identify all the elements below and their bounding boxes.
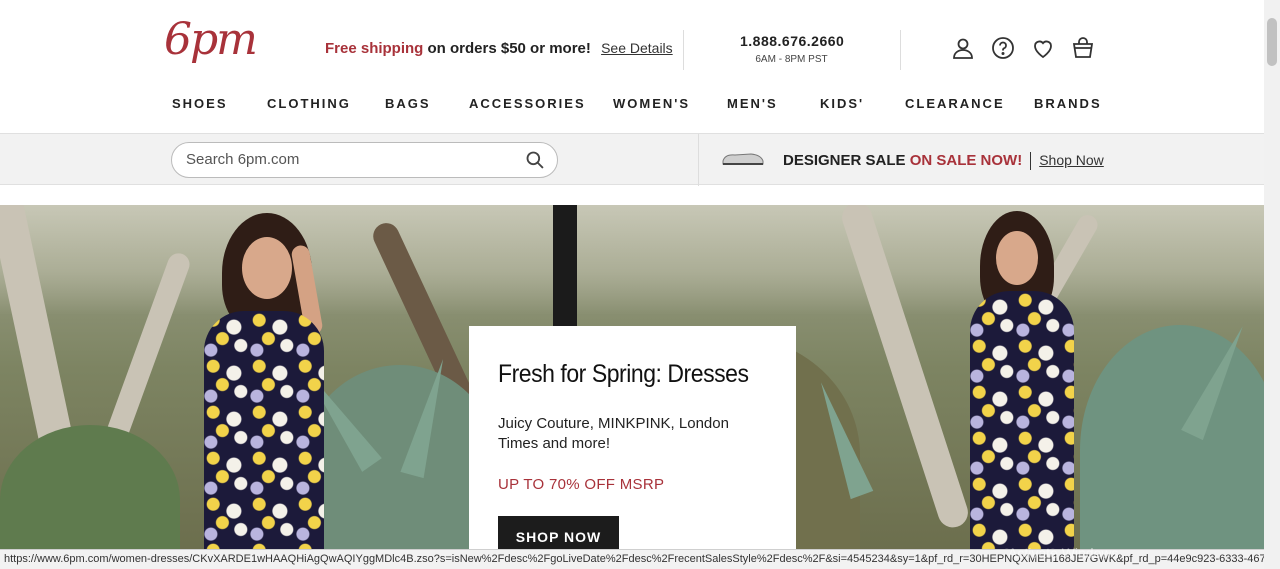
logo[interactable]: 6pm xyxy=(164,14,258,65)
promo-highlight: Free shipping xyxy=(325,40,424,57)
search-band: DESIGNER SALE ON SALE NOW! Shop Now xyxy=(0,133,1264,186)
promo-card: Fresh for Spring: Dresses Juicy Couture,… xyxy=(469,326,796,569)
shop-now-link[interactable]: Shop Now xyxy=(1039,152,1104,168)
divider xyxy=(698,134,699,186)
hero-title: Fresh for Spring: Dresses xyxy=(498,360,749,388)
model-face xyxy=(242,237,292,299)
nav-clothing[interactable]: CLOTHING xyxy=(267,96,351,111)
search-input[interactable] xyxy=(186,151,506,168)
promo-message: Free shipping on orders $50 or more! See… xyxy=(325,40,673,57)
floral-dress xyxy=(204,311,324,569)
see-details-link[interactable]: See Details xyxy=(601,40,673,56)
nav-brands[interactable]: BRANDS xyxy=(1034,96,1102,111)
nav-accessories[interactable]: ACCESSORIES xyxy=(469,96,586,111)
windows-activation-watermark: Activate Windows xyxy=(1008,545,1119,561)
nav-kids[interactable]: KIDS' xyxy=(820,96,864,111)
account-icon[interactable] xyxy=(950,34,976,62)
nav-clearance[interactable]: CLEARANCE xyxy=(905,96,1005,111)
promo-text: on orders $50 or more! xyxy=(423,40,591,57)
help-icon[interactable] xyxy=(990,34,1016,62)
black-post xyxy=(553,205,577,335)
sale-lead: DESIGNER SALE xyxy=(783,152,906,169)
page: 6pm Free shipping on orders $50 or more!… xyxy=(0,0,1280,569)
contact-info: 1.888.676.2660 6AM - 8PM PST xyxy=(740,33,844,65)
hero-offer: UP TO 70% OFF MSRP xyxy=(498,476,665,493)
nav-shoes[interactable]: SHOES xyxy=(172,96,228,111)
divider xyxy=(1030,152,1032,171)
page-scrollbar[interactable] xyxy=(1264,0,1280,569)
divider xyxy=(683,30,684,70)
nav-womens[interactable]: WOMEN'S xyxy=(613,96,690,111)
designer-sale-banner: DESIGNER SALE ON SALE NOW! Shop Now xyxy=(783,152,1104,171)
shrub xyxy=(0,425,180,569)
sale-highlight: ON SALE NOW! xyxy=(909,152,1023,169)
header-icons xyxy=(950,34,1096,62)
site-header: 6pm Free shipping on orders $50 or more!… xyxy=(0,0,1264,90)
floral-dress xyxy=(970,291,1074,569)
model-face xyxy=(996,231,1038,285)
support-hours: 6AM - 8PM PST xyxy=(755,54,828,65)
nav-mens[interactable]: MEN'S xyxy=(727,96,778,111)
sneaker-icon xyxy=(722,153,764,165)
scrollbar-thumb[interactable] xyxy=(1267,18,1277,66)
divider xyxy=(900,30,901,70)
search-icon[interactable] xyxy=(525,150,547,172)
search-box xyxy=(171,142,558,178)
nav-bags[interactable]: BAGS xyxy=(385,96,431,111)
favorites-heart-icon[interactable] xyxy=(1030,34,1056,62)
main-nav: SHOES CLOTHING BAGS ACCESSORIES WOMEN'S … xyxy=(0,96,1264,122)
shopping-bag-icon[interactable] xyxy=(1070,34,1096,62)
phone-number[interactable]: 1.888.676.2660 xyxy=(740,33,844,49)
hero-description: Juicy Couture, MINKPINK, London Times an… xyxy=(498,415,729,452)
